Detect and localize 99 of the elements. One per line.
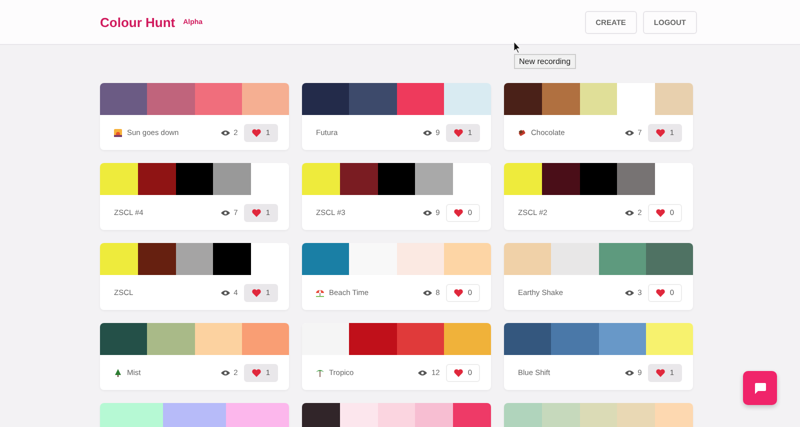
colour-swatch[interactable] [349,323,396,355]
colour-swatch[interactable] [138,243,176,275]
colour-swatch[interactable] [251,163,289,195]
heart-icon [252,208,261,216]
colour-swatch[interactable] [194,83,242,115]
colour-swatch[interactable] [378,163,416,195]
palette-card[interactable] [302,403,491,427]
colour-swatch[interactable] [542,83,580,115]
colour-swatch[interactable] [551,323,598,355]
colour-swatch[interactable] [242,83,289,115]
eye-icon [624,290,634,296]
colour-swatch[interactable] [542,403,580,427]
heart-icon [656,368,665,376]
colour-swatch[interactable] [655,163,693,195]
colour-swatch[interactable] [176,163,214,195]
colour-swatch[interactable] [302,83,350,115]
colour-swatch[interactable] [646,323,693,355]
heart-icon [454,208,463,216]
colour-swatch[interactable] [453,163,491,195]
chat-button[interactable] [743,371,777,405]
colour-swatch[interactable] [163,403,226,427]
colour-swatch[interactable] [396,83,444,115]
colour-swatch[interactable] [617,163,656,195]
eye-icon [220,370,230,376]
colour-swatch[interactable] [504,243,552,275]
colour-swatch[interactable] [396,323,444,355]
colour-swatch[interactable] [598,323,646,355]
colour-swatch[interactable] [580,83,618,115]
eye-icon [220,130,230,136]
heart-icon [252,288,261,296]
colour-swatch[interactable] [444,243,491,275]
colour-swatch[interactable] [302,323,350,355]
colour-swatch[interactable] [100,403,163,427]
colour-swatch[interactable] [617,403,656,427]
heart-icon [252,368,261,376]
logo-text[interactable]: Colour Hunt [100,14,176,30]
colour-swatch[interactable] [504,163,542,195]
colour-swatch[interactable] [349,83,396,115]
heart-icon [656,128,665,136]
colour-swatch[interactable] [504,403,542,427]
colour-swatch[interactable] [213,163,252,195]
colour-swatch[interactable] [378,403,416,427]
colour-swatch[interactable] [147,323,194,355]
colour-swatch[interactable] [251,243,289,275]
colour-swatch[interactable] [100,243,138,275]
eye-icon [220,290,230,296]
heart-icon [454,368,463,376]
sunset-icon [114,128,122,136]
tooltip: New recording [514,54,576,69]
heart-icon [454,128,463,136]
colour-swatch[interactable] [138,163,176,195]
eye-icon [624,130,634,136]
eye-icon [220,210,230,216]
colour-swatch[interactable] [194,323,242,355]
eye-icon [624,210,634,216]
chat-bubble-icon [754,382,766,394]
colour-swatch[interactable] [147,83,194,115]
heart-icon [252,128,261,136]
colour-swatch[interactable] [349,243,396,275]
colour-swatch[interactable] [444,323,491,355]
tree-icon [114,368,122,376]
colour-swatch[interactable] [242,323,289,355]
colour-swatch[interactable] [415,403,454,427]
colour-swatch[interactable] [340,163,378,195]
chocolate-icon [518,128,526,136]
colour-swatch[interactable] [646,243,693,275]
colour-swatch[interactable] [453,403,491,427]
colour-swatch[interactable] [100,83,148,115]
colour-swatch[interactable] [542,163,580,195]
colour-swatch[interactable] [100,323,148,355]
beach-umbrella-icon [316,288,324,296]
colour-swatch[interactable] [415,163,454,195]
colour-swatch[interactable] [396,243,444,275]
colour-swatch[interactable] [655,403,693,427]
eye-icon [422,210,432,216]
colour-swatch[interactable] [580,163,618,195]
colour-swatch[interactable] [504,83,542,115]
colour-swatch[interactable] [340,403,378,427]
colour-swatch[interactable] [226,403,289,427]
heart-icon [656,208,665,216]
colour-swatch[interactable] [580,403,618,427]
colour-swatch[interactable] [213,243,252,275]
colour-swatch[interactable] [655,83,693,115]
colour-swatch[interactable] [176,243,214,275]
colour-swatch[interactable] [302,243,350,275]
eye-icon [422,130,432,136]
eye-icon [422,290,432,296]
colour-swatch[interactable] [302,163,340,195]
colour-swatch[interactable] [100,163,138,195]
colour-swatch[interactable] [551,243,598,275]
colour-swatch[interactable] [598,243,646,275]
colour-swatch[interactable] [504,323,552,355]
eye-icon [624,370,634,376]
heart-icon [454,288,463,296]
colour-swatch[interactable] [444,83,491,115]
colour-swatch[interactable] [302,403,340,427]
palm-tree-icon [316,368,324,376]
heart-icon [656,288,665,296]
eye-icon [418,370,428,376]
